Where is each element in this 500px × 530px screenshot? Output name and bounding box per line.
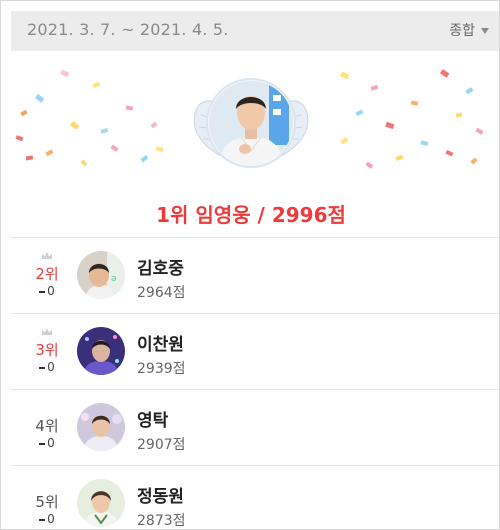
list-item[interactable]: 4위 0 영탁 2907점 — [11, 389, 499, 465]
artist-score: 2907점 — [137, 437, 186, 453]
list-item[interactable]: 5위 0 정동원 2873점 — [11, 465, 499, 529]
rank-number: 2위 — [35, 265, 59, 283]
artist-name: 정동원 — [137, 487, 184, 507]
rank-change: 0 — [25, 436, 69, 450]
avatar: ǝ — [77, 251, 125, 299]
rank-change-value: 0 — [47, 436, 55, 450]
artist-name: 영탁 — [137, 411, 169, 431]
svg-text:ǝ: ǝ — [111, 274, 117, 284]
no-change-icon — [39, 290, 46, 293]
top-rank-title: 1위 임영웅 / 2996점 — [156, 203, 346, 227]
rank-change: 0 — [25, 512, 69, 526]
artist-score: 2939점 — [137, 361, 186, 377]
no-change-icon — [39, 442, 46, 445]
ranking-panel: 2021. 3. 7. ~ 2021. 4. 5. 종합 1위 임영웅 / 29… — [0, 0, 500, 530]
rank-number: 3위 — [35, 341, 59, 359]
rank-change-value: 0 — [47, 284, 55, 298]
sort-label: 종합 — [449, 23, 475, 39]
date-range: 2021. 3. 7. ~ 2021. 4. 5. — [27, 20, 229, 39]
no-change-icon — [39, 366, 46, 369]
ranking-header: 2021. 3. 7. ~ 2021. 4. 5. 종합 — [11, 11, 499, 51]
list-item[interactable]: 2위 0 ǝ 김호중 2964점 — [11, 237, 499, 313]
rank-change: 0 — [25, 360, 69, 374]
avatar — [77, 479, 125, 527]
rank-change: 0 — [25, 284, 69, 298]
artist-score: 2964점 — [137, 285, 186, 301]
no-change-icon — [39, 518, 46, 521]
top-rank-avatar[interactable] — [189, 71, 313, 181]
avatar — [77, 403, 125, 451]
avatar — [77, 327, 125, 375]
list-item[interactable]: 3위 0 이찬원 2939점 — [11, 313, 499, 389]
ranking-list: 2위 0 ǝ 김호중 2964점 3위 0 이찬원 2939점 4위 0 영탁 … — [11, 237, 499, 529]
artist-score: 2873점 — [137, 513, 186, 529]
top-rank-hero: 1위 임영웅 / 2996점 — [1, 51, 499, 237]
artist-name: 김호중 — [137, 259, 184, 279]
sort-dropdown[interactable]: 종합 — [449, 20, 489, 40]
artist-name: 이찬원 — [137, 335, 184, 355]
rank-number: 5위 — [35, 493, 59, 511]
crown-icon — [42, 328, 52, 335]
crown-icon — [42, 252, 52, 259]
rank-number: 4위 — [35, 417, 59, 435]
rank-change-value: 0 — [47, 360, 55, 374]
chevron-down-icon — [481, 28, 489, 34]
rank-change-value: 0 — [47, 512, 55, 526]
